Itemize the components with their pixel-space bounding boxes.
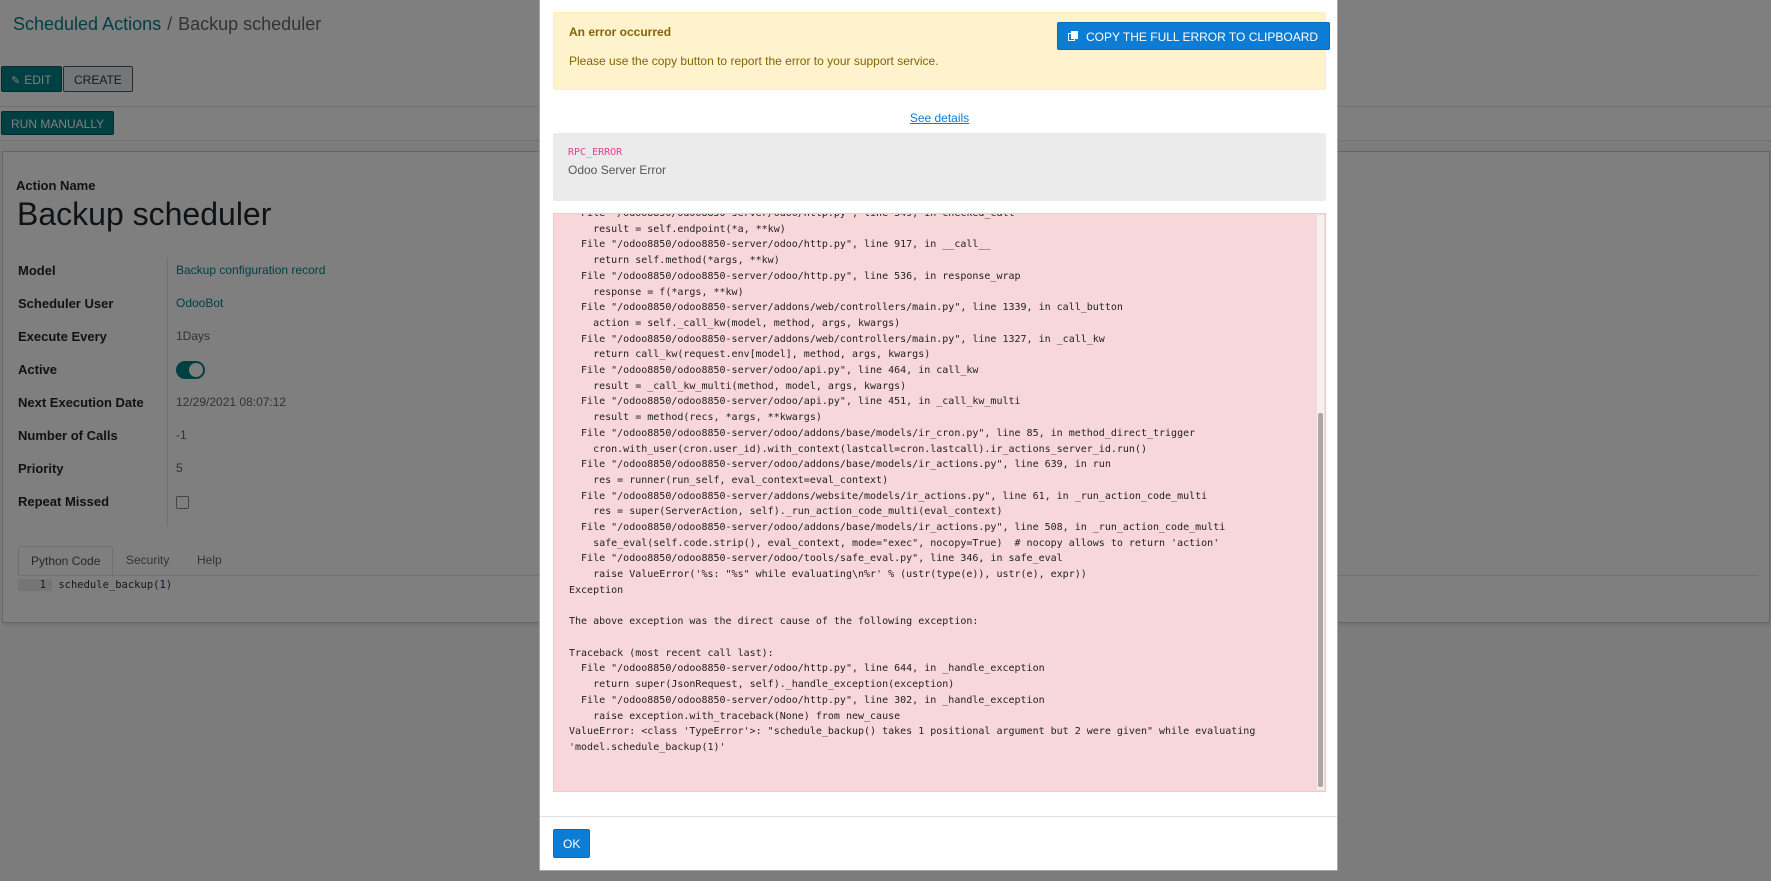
copy-icon [1068, 31, 1078, 42]
error-message: Odoo Server Error [568, 163, 667, 177]
traceback-panel[interactable]: File "/odoo8850/odoo8850-server/odoo/htt… [553, 213, 1326, 792]
see-details-link: See details [540, 111, 1339, 125]
dialog-footer-divider [540, 816, 1337, 817]
traceback-text: File "/odoo8850/odoo8850-server/odoo/htt… [569, 213, 1256, 753]
alert-title: An error occurred [569, 25, 672, 39]
copy-error-button[interactable]: COPY THE FULL ERROR TO CLIPBOARD [1057, 22, 1331, 50]
copy-button-label: COPY THE FULL ERROR TO CLIPBOARD [1086, 30, 1319, 44]
see-details-text[interactable]: See details [910, 111, 969, 125]
alert-text: Please use the copy button to report the… [569, 54, 939, 68]
error-dialog: An error occurred Please use the copy bu… [539, 0, 1338, 871]
error-summary: RPC_ERROR Odoo Server Error [553, 133, 1326, 201]
scrollbar-thumb[interactable] [1318, 413, 1323, 787]
traceback-scrollbar[interactable] [1317, 215, 1324, 790]
error-code: RPC_ERROR [568, 147, 623, 158]
ok-button-label: OK [563, 837, 581, 851]
ok-button[interactable]: OK [553, 829, 591, 858]
